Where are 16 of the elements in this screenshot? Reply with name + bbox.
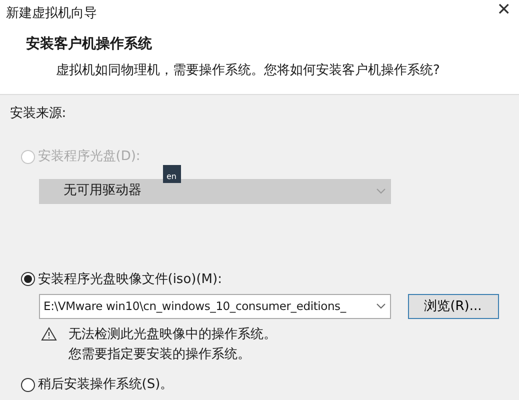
warning-icon <box>40 327 56 341</box>
window-title: 新建虚拟机向导 <box>5 5 97 23</box>
warning-text: 无法检测此光盘映像中的操作系统。 <box>68 326 276 344</box>
drive-dropdown: 无可用驱动器 <box>38 178 390 204</box>
page-heading: 安装客户机操作系统 <box>26 34 153 54</box>
page-subtitle: 虚拟机如同物理机，需要操作系统。您将如何安装客户机操作系统? <box>56 62 441 80</box>
warning-text: 您需要指定要安装的操作系统。 <box>68 346 252 364</box>
browse-button[interactable]: 浏览(R)... <box>408 294 498 319</box>
radio-label: 稍后安装操作系统(S)。 <box>38 376 174 394</box>
radio-label: 安装程序光盘(D): <box>38 148 140 166</box>
radio-button[interactable] <box>20 378 34 392</box>
radio-label: 安装程序光盘映像文件(iso)(M): <box>38 270 222 288</box>
radio-button[interactable] <box>20 272 34 286</box>
iso-path-field[interactable]: E:\VMware win10\cn_windows_10_consumer_editions_ <box>38 294 390 319</box>
section-label: 安装来源: <box>8 104 68 122</box>
close-button[interactable]: ✕ <box>488 0 519 21</box>
